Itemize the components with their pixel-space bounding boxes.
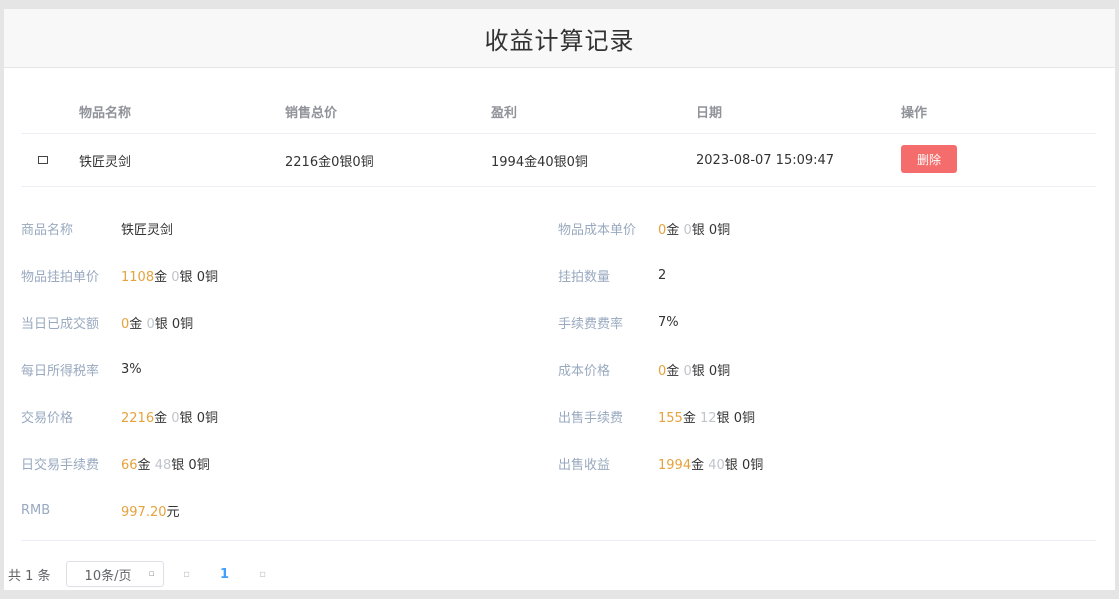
detail-value: 7% [658, 314, 679, 330]
pagination-total: 共 1 条 [8, 568, 51, 584]
detail-label: 商品名称 [21, 222, 74, 238]
square-icon[interactable] [38, 155, 48, 164]
column-header-profit[interactable]: 盈利 [491, 102, 517, 121]
delete-button[interactable]: 删除 [901, 145, 957, 173]
currency-value: 1108金 0银 0铜 [121, 269, 218, 285]
table-header: 物品名称 销售总价 盈利 日期 操作 [21, 89, 1096, 134]
page-header: 收益计算记录 [4, 9, 1115, 68]
currency-value: 66金 48银 0铜 [121, 457, 210, 473]
detail-label: 每日所得税率 [21, 363, 100, 379]
column-header-actions: 操作 [901, 105, 928, 121]
record-table: 物品名称 销售总价 盈利 日期 操作 铁匠灵剑 2216金0银0铜 1994金4… [21, 89, 1096, 187]
detail-day-fee: 日交易手续费 66金 48银 0铜 [21, 453, 210, 473]
detail-sale-fee: 出售手续费 155金 12银 0铜 [558, 406, 755, 426]
detail-label: 挂拍数量 [558, 269, 611, 285]
detail-value: 3% [121, 361, 142, 377]
pagination: 共 1 条 10条/页 ▫ ▫ 1 ▫ [8, 559, 278, 589]
table-row[interactable]: 铁匠灵剑 2216金0银0铜 1994金40银0铜 2023-08-07 15:… [21, 134, 1096, 187]
detail-day-volume: 当日已成交额 0金 0银 0铜 [21, 312, 193, 332]
page-size-value: 10条/页 [84, 568, 132, 584]
prev-page-button[interactable]: ▫ [172, 569, 202, 580]
chevron-down-icon: ▫ [148, 569, 155, 579]
cell-name: 铁匠灵剑 [79, 154, 132, 170]
cell-actions: 删除 [901, 145, 957, 173]
column-header-date[interactable]: 日期 [696, 102, 722, 121]
expanded-details: 商品名称 铁匠灵剑 物品挂拍单价 1108金 0银 0铜 当日已成交额 0金 0… [21, 194, 1096, 541]
detail-cost-unit-price: 物品成本单价 0金 0银 0铜 [558, 218, 730, 238]
next-page-button[interactable]: ▫ [248, 569, 278, 580]
detail-label: 成本价格 [558, 363, 611, 379]
page-number-current[interactable]: 1 [210, 567, 240, 582]
detail-value: 2 [658, 267, 667, 283]
detail-label: 日交易手续费 [21, 457, 100, 473]
detail-label: 物品挂拍单价 [21, 269, 100, 285]
detail-cost-price: 成本价格 0金 0银 0铜 [558, 359, 730, 379]
detail-label: 出售收益 [558, 457, 611, 473]
detail-rmb: RMB 997.20元 [21, 500, 180, 520]
record-panel: 收益计算记录 物品名称 销售总价 盈利 日期 操作 铁匠灵剑 2216金0银0铜… [4, 9, 1115, 590]
cell-total-price: 2216金0银0铜 [285, 154, 374, 170]
detail-label: 物品成本单价 [558, 222, 637, 238]
detail-tax-rate: 每日所得税率 3% [21, 359, 142, 379]
cell-profit: 1994金40银0铜 [491, 154, 588, 170]
cell-date: 2023-08-07 15:09:47 [696, 152, 835, 168]
detail-list-quantity: 挂拍数量 2 [558, 265, 666, 285]
currency-value: 0金 0银 0铜 [658, 363, 731, 379]
detail-label: 手续费费率 [558, 316, 624, 332]
detail-value: 铁匠灵剑 [121, 222, 174, 238]
page-title: 收益计算记录 [484, 26, 635, 55]
detail-label: 交易价格 [21, 410, 74, 426]
detail-list-price: 物品挂拍单价 1108金 0银 0铜 [21, 265, 218, 285]
column-header-total-price[interactable]: 销售总价 [285, 102, 337, 121]
column-header-name[interactable]: 物品名称 [79, 102, 131, 121]
detail-sale-income: 出售收益 1994金 40银 0铜 [558, 453, 763, 473]
detail-label: RMB [21, 502, 51, 518]
rmb-value: 997.20元 [121, 504, 180, 520]
currency-value: 0金 0银 0铜 [658, 222, 731, 238]
detail-fee-rate: 手续费费率 7% [558, 312, 679, 332]
page-size-select[interactable]: 10条/页 ▫ [65, 561, 164, 587]
currency-value: 155金 12银 0铜 [658, 410, 755, 426]
currency-value: 1994金 40银 0铜 [658, 457, 764, 473]
detail-item-name: 商品名称 铁匠灵剑 [21, 218, 173, 238]
detail-label: 出售手续费 [558, 410, 624, 426]
currency-value: 0金 0银 0铜 [121, 316, 194, 332]
currency-value: 2216金 0银 0铜 [121, 410, 218, 426]
expand-row-icon[interactable] [38, 153, 48, 168]
detail-label: 当日已成交额 [21, 316, 100, 332]
detail-trade-price: 交易价格 2216金 0银 0铜 [21, 406, 218, 426]
